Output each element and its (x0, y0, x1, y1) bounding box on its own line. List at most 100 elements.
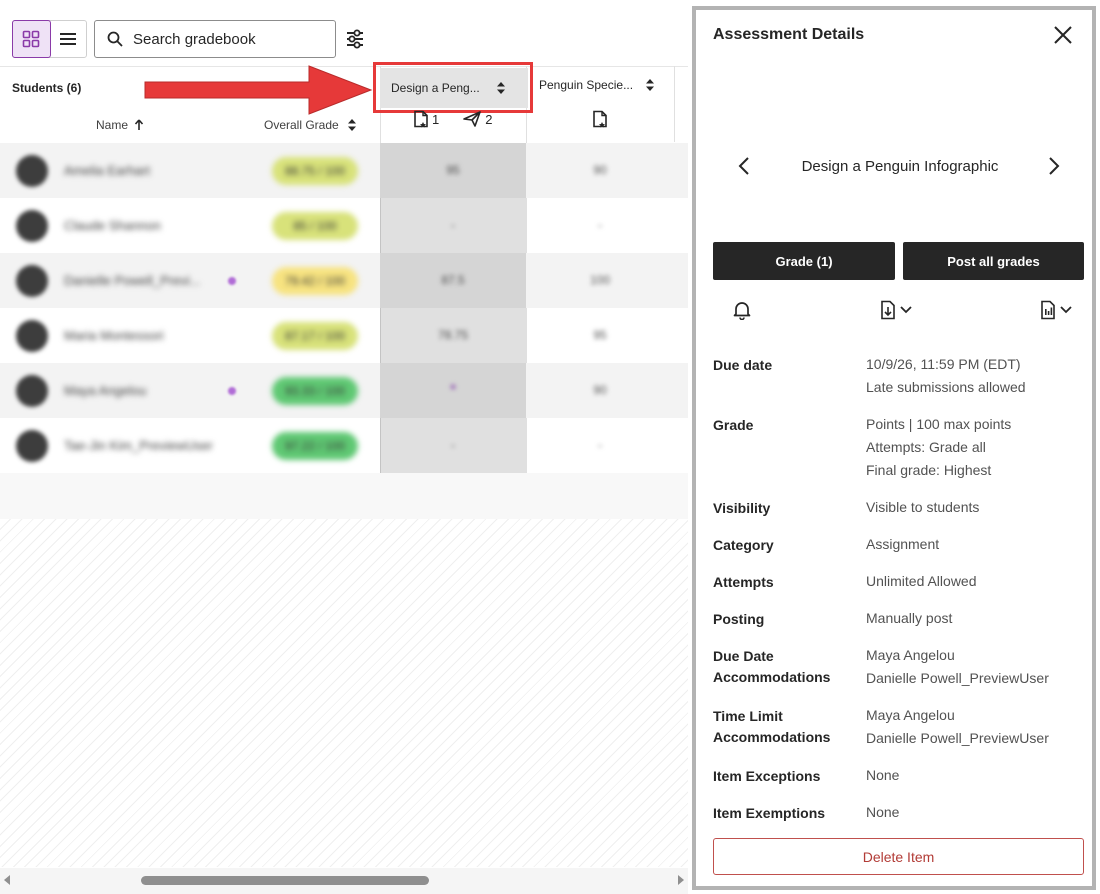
avatar (16, 430, 48, 462)
detail-value: Maya Angelou Danielle Powell_PreviewUser (866, 644, 1049, 690)
submitted-count: 2 (485, 111, 493, 127)
detail-value-line: Maya Angelou (866, 707, 955, 723)
detail-label: Grade (713, 415, 753, 436)
student-name[interactable]: Amelia Earhart (64, 163, 150, 178)
scroll-right-arrow-icon[interactable] (678, 875, 684, 885)
column-status-icons: 1 2 (413, 110, 492, 128)
horizontal-scrollbar[interactable] (0, 868, 688, 894)
detail-label-line: Item Exceptions (713, 768, 821, 784)
detail-value-line: Danielle Powell_PreviewUser (866, 670, 1049, 686)
avatar (16, 320, 48, 352)
detail-label-line: Visibility (713, 500, 771, 516)
grade-cell[interactable]: 100 (570, 273, 630, 287)
grid-view-button[interactable] (12, 20, 51, 58)
assessment-details-panel: Assessment Details Design a Penguin Info… (692, 6, 1096, 890)
detail-value-line: Late submissions allowed (866, 379, 1026, 395)
filter-settings-icon[interactable] (344, 28, 366, 50)
grid-view-icon (22, 30, 40, 48)
table-row[interactable]: Claude Shannon 85 / 100- - (0, 198, 688, 253)
submitted-send-icon (463, 111, 482, 127)
detail-value-line: Manually post (866, 610, 953, 626)
table-row[interactable]: Amelia Earhart 88.75 / 100 95 90 (0, 143, 688, 198)
annotation-arrow-icon (144, 65, 373, 115)
overall-grade-pill[interactable]: 93.33 / 100 (272, 377, 358, 405)
scroll-left-arrow-icon[interactable] (4, 875, 10, 885)
detail-label: Time Limit Accommodations (713, 706, 830, 748)
detail-label-line: Attempts (713, 574, 774, 590)
overall-grade-column-header[interactable]: Overall Grade (264, 118, 357, 132)
search-icon (107, 31, 123, 47)
table-row[interactable]: Tae-Jin Kim_PreviewUser 97.22 / 100- - (0, 418, 688, 473)
grade-cell[interactable]: 90 (570, 383, 630, 397)
avatar (16, 265, 48, 297)
reports-menu-button[interactable] (1040, 300, 1072, 320)
avatar (16, 375, 48, 407)
chevron-left-icon[interactable] (736, 156, 752, 176)
detail-label-line: Accommodations (713, 729, 831, 745)
column-status-icons (592, 110, 608, 133)
table-row[interactable]: Danielle Powell_Previ... 79.42 / 100 87.5 1… (0, 253, 688, 308)
accommodation-indicator-icon (228, 277, 236, 285)
detail-value: None (866, 764, 899, 787)
close-icon[interactable] (1052, 24, 1074, 46)
scrollbar-thumb[interactable] (141, 876, 429, 885)
detail-value-line: Maya Angelou (866, 647, 955, 663)
detail-label: Due date (713, 355, 772, 376)
table-row[interactable]: Maria Montessori 87.17 / 100 78.75 95 (0, 308, 688, 363)
grid-footer-area (0, 473, 688, 519)
sort-ascending-icon (134, 119, 144, 130)
search-gradebook-box (94, 20, 336, 58)
delete-item-button[interactable]: Delete Item (713, 838, 1084, 875)
detail-value: 10/9/26, 11:59 PM (EDT) Late submissions … (866, 353, 1026, 399)
bell-icon[interactable] (733, 300, 751, 320)
overall-grade-pill[interactable]: 87.17 / 100 (272, 322, 358, 350)
detail-value: Maya Angelou Danielle Powell_PreviewUser (866, 704, 1049, 750)
table-row[interactable]: Maya Angelou 93.33 / 100 • 90 (0, 363, 688, 418)
overall-grade-pill[interactable]: 88.75 / 100 (272, 157, 358, 185)
search-gradebook-input[interactable] (133, 30, 323, 48)
student-name[interactable]: Claude Shannon (64, 218, 161, 233)
avatar (16, 210, 48, 242)
grade-cell[interactable]: 95 (570, 328, 630, 342)
name-column-header[interactable]: Name (96, 118, 144, 132)
detail-label: Item Exemptions (713, 803, 825, 824)
detail-value-line: None (866, 804, 900, 820)
chevron-right-icon[interactable] (1046, 156, 1062, 176)
overall-grade-pill[interactable]: 97.22 / 100 (272, 432, 358, 460)
name-header-label: Name (96, 118, 129, 132)
grade-cell[interactable]: - (570, 218, 630, 232)
detail-value-line: Final grade: Highest (866, 462, 992, 478)
download-menu-button[interactable] (880, 300, 912, 320)
list-view-button[interactable] (50, 21, 87, 57)
detail-label: Attempts (713, 572, 774, 593)
needs-grading-icon (593, 110, 607, 128)
avatar (16, 155, 48, 187)
grade-button[interactable]: Grade (1) (713, 242, 895, 280)
students-count-label: Students (6) (12, 81, 82, 95)
overall-grade-pill[interactable]: 85 / 100 (272, 212, 358, 240)
detail-value-line: Points | 100 max points (866, 416, 1012, 432)
student-name[interactable]: Maria Montessori (64, 328, 164, 343)
student-name[interactable]: Maya Angelou (64, 383, 146, 398)
overall-grade-pill[interactable]: 79.42 / 100 (272, 267, 358, 295)
detail-value-line: Unlimited Allowed (866, 573, 977, 589)
student-name[interactable]: Danielle Powell_Previ... (64, 273, 201, 288)
sort-icon (646, 79, 655, 91)
assessment-name: Design a Penguin Infographic (801, 158, 999, 175)
column-header-penguin-species[interactable]: Penguin Specie... (539, 78, 655, 92)
detail-value: None (866, 801, 899, 824)
detail-value-line: 10/9/26, 11:59 PM (EDT) (866, 356, 1021, 372)
needs-grading-count: 1 (432, 111, 440, 127)
detail-value-line: None (866, 767, 900, 783)
detail-label-line: Posting (713, 611, 765, 627)
detail-value-line: Visible to students (866, 499, 980, 515)
detail-value: Visible to students (866, 496, 979, 519)
detail-label-line: Due Date (713, 648, 774, 664)
student-name[interactable]: Tae-Jin Kim_PreviewUser (64, 438, 213, 453)
column-separator (674, 66, 675, 142)
post-all-grades-button[interactable]: Post all grades (903, 242, 1084, 280)
grade-cell[interactable]: - (570, 438, 630, 452)
empty-grid-area (0, 519, 688, 867)
grade-cell[interactable]: 90 (570, 163, 630, 177)
download-icon (881, 300, 895, 320)
